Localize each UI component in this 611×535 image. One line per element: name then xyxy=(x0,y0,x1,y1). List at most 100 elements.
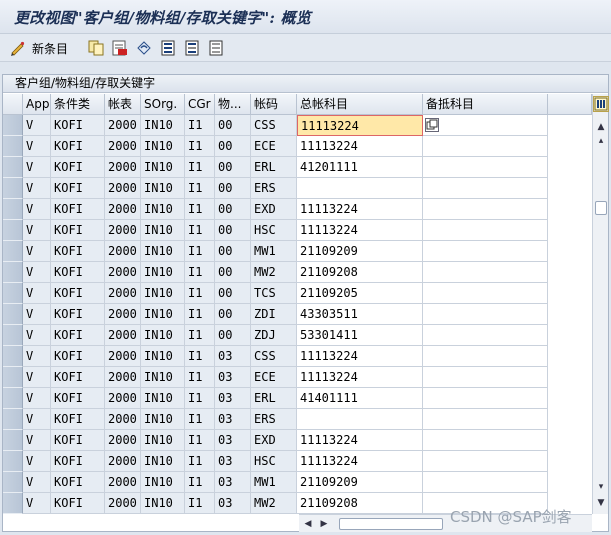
cell-gl-account[interactable]: 41201111 xyxy=(297,157,423,178)
cell-gl-account[interactable]: 43303511 xyxy=(297,304,423,325)
cell-gl-account[interactable] xyxy=(297,178,423,199)
row-selector[interactable] xyxy=(3,220,23,241)
cell-provision-account[interactable] xyxy=(423,115,548,136)
new-entries-button[interactable]: 新条目 xyxy=(10,38,68,58)
scroll-up-icon[interactable]: ▴ xyxy=(594,134,608,148)
cell-gl-account[interactable]: 11113224 xyxy=(297,199,423,220)
cell-app: V xyxy=(23,262,51,283)
row-selector[interactable] xyxy=(3,409,23,430)
vertical-scroll-thumb[interactable] xyxy=(595,201,607,215)
cell-provision-account[interactable] xyxy=(423,136,548,157)
cell-sales-org: IN10 xyxy=(141,325,185,346)
header-account-key[interactable]: 帐码 xyxy=(251,94,297,115)
cell-gl-account[interactable]: 21109209 xyxy=(297,472,423,493)
scroll-right-icon[interactable]: ▶ xyxy=(317,517,331,531)
cell-gl-account[interactable]: 21109209 xyxy=(297,241,423,262)
scroll-left-icon[interactable]: ◀ xyxy=(301,517,315,531)
cell-provision-account[interactable] xyxy=(423,346,548,367)
cell-account-key: MW2 xyxy=(251,493,297,514)
header-chart-of-accounts[interactable]: 帐表 xyxy=(105,94,141,115)
row-selector[interactable] xyxy=(3,136,23,157)
cell-gl-account[interactable]: 21109208 xyxy=(297,262,423,283)
cell-gl-account[interactable] xyxy=(297,409,423,430)
row-selector[interactable] xyxy=(3,493,23,514)
cell-account-key: ERS xyxy=(251,409,297,430)
row-selector[interactable] xyxy=(3,304,23,325)
header-app[interactable]: App xyxy=(23,94,51,115)
cell-account-key: EXD xyxy=(251,199,297,220)
row-selector[interactable] xyxy=(3,283,23,304)
cell-account-key: ERS xyxy=(251,178,297,199)
cell-provision-account[interactable] xyxy=(423,199,548,220)
header-provision-account[interactable]: 备抵科目 xyxy=(423,94,548,115)
header-material-group[interactable]: 物... xyxy=(215,94,251,115)
select-all-button[interactable] xyxy=(160,38,176,58)
cell-provision-account[interactable] xyxy=(423,178,548,199)
cell-provision-account[interactable] xyxy=(423,157,548,178)
cell-gl-account[interactable]: 21109205 xyxy=(297,283,423,304)
delete-button[interactable] xyxy=(112,38,128,58)
cell-account-key: EXD xyxy=(251,430,297,451)
row-selector[interactable] xyxy=(3,451,23,472)
scroll-bottom-icon[interactable]: ▼ xyxy=(594,496,608,510)
deselect-all-button[interactable] xyxy=(208,38,224,58)
cell-condition-type: KOFI xyxy=(51,451,105,472)
horizontal-scroll-thumb[interactable] xyxy=(339,518,443,530)
row-selector[interactable] xyxy=(3,430,23,451)
cell-provision-account[interactable] xyxy=(423,409,548,430)
cell-provision-account[interactable] xyxy=(423,367,548,388)
cell-gl-account[interactable]: 21109208 xyxy=(297,493,423,514)
cell-gl-account[interactable]: 11113224 xyxy=(297,451,423,472)
header-customer-group[interactable]: CGr xyxy=(185,94,215,115)
row-selector[interactable] xyxy=(3,157,23,178)
cell-chart-of-accounts: 2000 xyxy=(105,178,141,199)
cell-gl-account[interactable]: 11113224 xyxy=(297,136,423,157)
header-sales-org[interactable]: SOrg. xyxy=(141,94,185,115)
cell-chart-of-accounts: 2000 xyxy=(105,220,141,241)
row-selector[interactable] xyxy=(3,472,23,493)
cell-provision-account[interactable] xyxy=(423,283,548,304)
cell-provision-account[interactable] xyxy=(423,220,548,241)
cell-gl-account[interactable]: 11113224 xyxy=(297,220,423,241)
scroll-top-icon[interactable]: ▲ xyxy=(594,120,608,134)
cell-chart-of-accounts: 2000 xyxy=(105,451,141,472)
cell-sales-org: IN10 xyxy=(141,220,185,241)
row-selector[interactable] xyxy=(3,178,23,199)
select-all-corner[interactable] xyxy=(3,94,23,115)
value-help-icon[interactable] xyxy=(425,118,439,132)
vertical-scrollbar[interactable]: ▲ ▴ ▾ ▼ xyxy=(592,94,609,514)
cell-provision-account[interactable] xyxy=(423,241,548,262)
cell-provision-account[interactable] xyxy=(423,430,548,451)
cell-gl-account[interactable]: 11113224 xyxy=(297,430,423,451)
gl-account-input-focused[interactable]: 11113224 xyxy=(297,115,423,136)
cell-gl-account[interactable]: 53301411 xyxy=(297,325,423,346)
header-gl-account[interactable]: 总帐科目 xyxy=(297,94,423,115)
cell-gl-account[interactable]: 11113224 xyxy=(297,367,423,388)
cell-customer-group: I1 xyxy=(185,241,215,262)
cell-provision-account[interactable] xyxy=(423,451,548,472)
row-selector[interactable] xyxy=(3,346,23,367)
row-selector[interactable] xyxy=(3,241,23,262)
row-selector[interactable] xyxy=(3,115,23,136)
undo-button[interactable] xyxy=(136,38,152,58)
row-selector[interactable] xyxy=(3,262,23,283)
table-row: V KOFI 2000 IN10 I1 00 ERL 41201111 xyxy=(3,157,548,178)
cell-provision-account[interactable] xyxy=(423,262,548,283)
cell-gl-account[interactable]: 41401111 xyxy=(297,388,423,409)
column-config-icon[interactable] xyxy=(593,96,609,112)
cell-account-key: ZDJ xyxy=(251,325,297,346)
header-condition-type[interactable]: 条件类 xyxy=(51,94,105,115)
cell-provision-account[interactable] xyxy=(423,388,548,409)
row-selector[interactable] xyxy=(3,199,23,220)
cell-gl-account[interactable]: 11113224 xyxy=(297,346,423,367)
copy-button[interactable] xyxy=(88,38,104,58)
select-block-button[interactable] xyxy=(184,38,200,58)
row-selector[interactable] xyxy=(3,367,23,388)
row-selector[interactable] xyxy=(3,325,23,346)
cell-provision-account[interactable] xyxy=(423,472,548,493)
row-selector[interactable] xyxy=(3,388,23,409)
cell-condition-type: KOFI xyxy=(51,346,105,367)
cell-provision-account[interactable] xyxy=(423,304,548,325)
cell-provision-account[interactable] xyxy=(423,325,548,346)
scroll-down-icon[interactable]: ▾ xyxy=(594,480,608,494)
